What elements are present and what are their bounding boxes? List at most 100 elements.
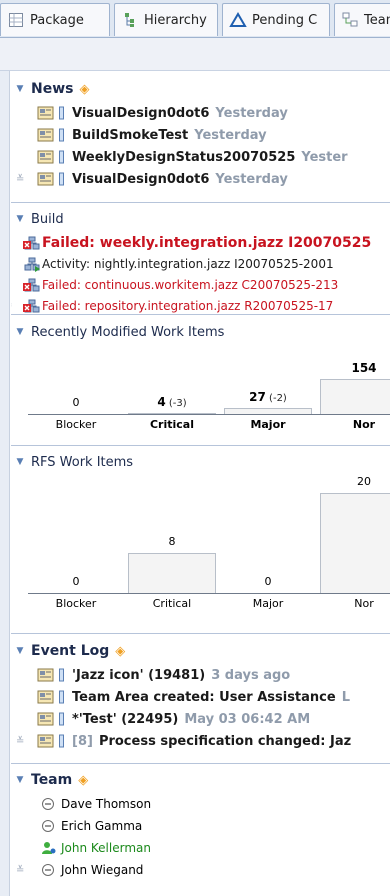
chart-value-label: 20	[357, 475, 371, 488]
collapse-triangle-icon[interactable]: ▼	[15, 327, 25, 337]
news-item-title: VisualDesign0dot6	[72, 171, 210, 187]
team-member[interactable]: John Kellerman	[11, 837, 390, 859]
chart-bar-nor[interactable]	[320, 379, 390, 414]
event-item[interactable]: ≚ [8] Process specification changed: Jaz	[11, 730, 390, 752]
event-log-title: Event Log	[31, 643, 110, 659]
collapse-triangle-icon[interactable]: ▼	[15, 84, 25, 94]
section-divider	[11, 314, 390, 315]
build-item[interactable]: Failed: continuous.workitem.jazz C200705…	[11, 274, 390, 295]
build-header[interactable]: ▼ Build	[11, 206, 390, 232]
section-divider	[11, 445, 390, 446]
event-item[interactable]: *'Test' (22495) May 03 06:42 AM	[11, 708, 390, 730]
build-failed-icon	[23, 277, 41, 293]
chart-category-label: Critical	[149, 418, 194, 431]
event-item-title: Process specification changed: Jaz	[98, 733, 352, 749]
event-item-date: May 03 06:42 AM	[184, 711, 311, 727]
offline-user-icon	[41, 797, 57, 811]
build-title: Build	[31, 211, 64, 227]
news-title: News	[31, 81, 74, 97]
view-tab-bar: Package Hierarchy Pending C Team	[0, 0, 390, 38]
build-item-text: Failed: weekly.integration.jazz I2007052…	[42, 234, 372, 251]
tab-package[interactable]: Package	[0, 3, 110, 36]
collapse-triangle-icon[interactable]: ▼	[15, 214, 25, 224]
build-item[interactable]: Activity: nightly.integration.jazz I2007…	[11, 253, 390, 274]
build-activity-icon	[23, 256, 41, 272]
chart-bar-nor[interactable]	[320, 493, 390, 593]
team-member[interactable]: ≚ John Wiegand	[11, 859, 390, 881]
news-entry-icon	[37, 128, 54, 142]
chart-value-label: 154	[351, 361, 377, 375]
feed-diamond-icon: ◈	[78, 772, 89, 788]
news-item-title: VisualDesign0dot6	[72, 105, 210, 121]
news-item[interactable]: WeeklyDesignStatus20070525 Yester	[11, 146, 390, 168]
view-toolbar	[0, 38, 390, 71]
chart-baseline	[28, 593, 390, 594]
unread-marker-icon	[59, 128, 64, 142]
news-item[interactable]: ≚ VisualDesign0dot6 Yesterday	[11, 168, 390, 190]
unread-marker-icon	[59, 734, 64, 748]
build-item[interactable]: ≚ Failed: repository.integration.jazz R2…	[11, 295, 390, 316]
news-entry-icon	[37, 150, 54, 164]
event-entry-icon	[37, 734, 54, 748]
build-failed-icon	[23, 298, 41, 314]
build-item-text: Failed: continuous.workitem.jazz C200705…	[42, 277, 339, 292]
event-item[interactable]: 'Jazz icon' (19481) 3 days ago	[11, 664, 390, 686]
section-divider	[11, 633, 390, 634]
tab-pending-changes[interactable]: Pending C	[222, 3, 330, 36]
build-item-text: Activity: nightly.integration.jazz I2007…	[42, 256, 334, 271]
recent-work-items-header[interactable]: ▼ Recently Modified Work Items	[11, 319, 390, 345]
news-header[interactable]: ▼ News ◈	[11, 76, 390, 102]
team-member[interactable]: Erich Gamma	[11, 815, 390, 837]
feed-diamond-icon: ◈	[79, 81, 90, 97]
news-entry-icon	[37, 172, 54, 186]
unread-marker-icon	[59, 106, 64, 120]
collapse-triangle-icon[interactable]: ▼	[15, 775, 25, 785]
tab-team-label: Team	[364, 12, 390, 28]
team-header[interactable]: ▼ Team ◈	[11, 767, 390, 793]
team-title: Team	[31, 772, 73, 788]
event-item-title: *'Test' (22495)	[72, 711, 179, 727]
event-item[interactable]: Team Area created: User Assistance L	[11, 686, 390, 708]
chart-category-label: Nor	[352, 418, 376, 431]
chart-category-label: Nor	[354, 597, 374, 610]
unread-marker-icon	[59, 172, 64, 186]
news-item-date: Yesterday	[194, 127, 267, 143]
event-item-date: 3 days ago	[211, 667, 291, 683]
chart-category-label: Major	[250, 418, 286, 431]
chart-value-label: 0	[264, 575, 272, 588]
more-items-chevron-icon[interactable]: ≚	[11, 300, 12, 311]
chart-category-label: Major	[252, 597, 284, 610]
more-items-chevron-icon[interactable]: ≚	[16, 174, 24, 185]
collapse-triangle-icon[interactable]: ▼	[15, 646, 25, 656]
rfs-work-items-header[interactable]: ▼ RFS Work Items	[11, 449, 390, 475]
team-member[interactable]: Dave Thomson	[11, 793, 390, 815]
more-items-chevron-icon[interactable]: ≚	[16, 736, 24, 747]
feed-diamond-icon: ◈	[115, 643, 126, 659]
event-item-date: L	[341, 689, 350, 705]
event-item-count: [8]	[72, 733, 93, 749]
build-item[interactable]: Failed: weekly.integration.jazz I2007052…	[11, 232, 390, 253]
news-item-title: WeeklyDesignStatus20070525	[72, 149, 296, 165]
section-divider	[11, 763, 390, 764]
event-entry-icon	[37, 712, 54, 726]
collapse-triangle-icon[interactable]: ▼	[15, 457, 25, 467]
event-log-header[interactable]: ▼ Event Log ◈	[11, 638, 390, 664]
chart-value-label: 4 (-3)	[157, 395, 187, 409]
chart-value-label: 0	[72, 575, 80, 588]
chart-value-label: 0	[72, 396, 80, 409]
chart-category-label: Critical	[152, 597, 192, 610]
team-member-name: John Wiegand	[61, 863, 144, 877]
news-item[interactable]: BuildSmokeTest Yesterday	[11, 124, 390, 146]
event-entry-icon	[37, 690, 54, 704]
more-items-chevron-icon[interactable]: ≚	[16, 865, 24, 876]
tab-hierarchy[interactable]: Hierarchy	[114, 3, 218, 36]
chart-bar-critical[interactable]	[128, 553, 216, 593]
tab-team[interactable]: Team	[334, 3, 390, 36]
chart-value-label: 8	[168, 535, 176, 548]
hierarchy-icon	[121, 11, 139, 29]
news-item-date: Yester	[301, 149, 348, 165]
tab-package-label: Package	[30, 12, 84, 28]
recent-work-items-chart: 0 Blocker 4 (-3) Critical 27 (-2) Major 154 Nor	[11, 345, 390, 437]
rfs-work-items-chart: 0 Blocker 8 Critical 0 Major 20 Nor	[11, 475, 390, 625]
news-item[interactable]: VisualDesign0dot6 Yesterday	[11, 102, 390, 124]
